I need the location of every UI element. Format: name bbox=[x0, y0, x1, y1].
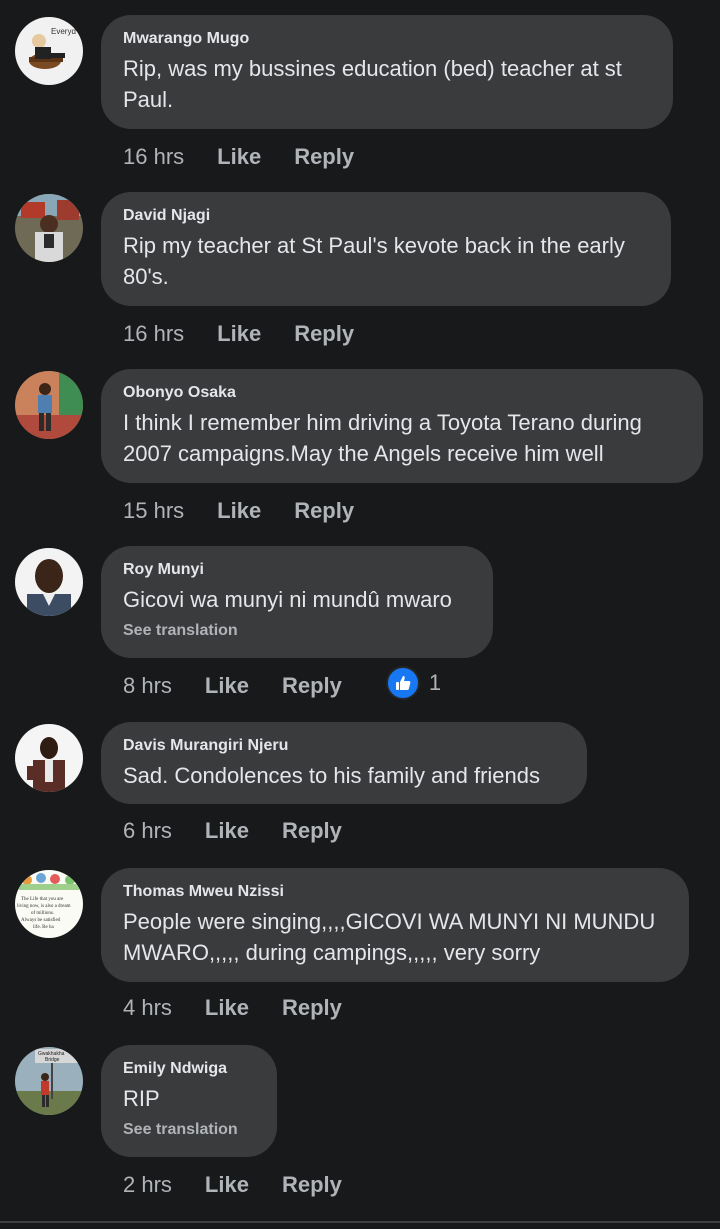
reply-button[interactable]: Reply bbox=[294, 321, 354, 347]
like-button[interactable]: Like bbox=[217, 498, 261, 524]
reply-button[interactable]: Reply bbox=[294, 144, 354, 170]
reaction-summary[interactable]: 1 bbox=[385, 666, 442, 700]
reply-button[interactable]: Reply bbox=[282, 818, 342, 844]
avatar-caption: Everyd bbox=[51, 27, 76, 36]
comment-time[interactable]: 15 hrs bbox=[123, 498, 184, 524]
like-button[interactable]: Like bbox=[205, 995, 249, 1021]
comment-bubble: Roy Munyi Gicovi wa munyi ni mundû mwaro… bbox=[101, 546, 493, 658]
comment-time[interactable]: 16 hrs bbox=[123, 321, 184, 347]
comment-text: RIP bbox=[123, 1086, 160, 1111]
comment-author[interactable]: Davis Murangiri Njeru bbox=[123, 736, 565, 756]
comment-actions: 4 hrs Like Reply bbox=[123, 993, 342, 1023]
comment-actions: 8 hrs Like Reply 1 bbox=[123, 666, 441, 701]
avatar[interactable]: Everyd bbox=[15, 17, 83, 85]
comment-author[interactable]: Roy Munyi bbox=[123, 560, 471, 580]
comment-author[interactable]: Obonyo Osaka bbox=[123, 383, 681, 403]
comment-text: Rip my teacher at St Paul's kevote back … bbox=[123, 233, 625, 289]
reaction-count: 1 bbox=[428, 670, 442, 695]
reply-button[interactable]: Reply bbox=[294, 498, 354, 524]
avatar-caption-line: living now, is also a dream bbox=[17, 904, 71, 909]
comment-bubble: David Njagi Rip my teacher at St Paul's … bbox=[101, 192, 671, 306]
like-button[interactable]: Like bbox=[205, 1172, 249, 1198]
avatar-image bbox=[15, 548, 83, 616]
comment-time[interactable]: 4 hrs bbox=[123, 995, 172, 1021]
comment-author[interactable]: David Njagi bbox=[123, 206, 649, 226]
comment-actions: 16 hrs Like Reply bbox=[123, 142, 354, 172]
comment-bubble: Davis Murangiri Njeru Sad. Condolences t… bbox=[101, 722, 587, 804]
avatar-image bbox=[15, 194, 83, 262]
avatar-image: Everyd bbox=[15, 17, 83, 85]
comment-actions: 2 hrs Like Reply bbox=[123, 1170, 342, 1200]
avatar-caption-line: of millions. bbox=[31, 911, 54, 916]
comment-author[interactable]: Mwarango Mugo bbox=[123, 29, 651, 49]
comment-actions: 15 hrs Like Reply bbox=[123, 496, 354, 526]
comment-text: I think I remember him driving a Toyota … bbox=[123, 410, 642, 466]
avatar-caption-line: The Life that you are bbox=[21, 897, 64, 902]
avatar-caption-line: Always be satisfied bbox=[21, 918, 61, 923]
comment-author[interactable]: Thomas Mweu Nzissi bbox=[123, 882, 667, 902]
comment-actions: 6 hrs Like Reply bbox=[123, 816, 342, 846]
comment-author[interactable]: Emily Ndwiga bbox=[123, 1059, 255, 1079]
comments-feed: Everyd Mwarango Mugo Rip, was my bussine… bbox=[0, 0, 720, 1229]
like-button[interactable]: Like bbox=[205, 818, 249, 844]
like-button[interactable]: Like bbox=[217, 321, 261, 347]
avatar[interactable]: Gwakhakha Bridge bbox=[15, 1047, 83, 1115]
comment-bubble: Emily Ndwiga RIP See translation bbox=[101, 1045, 277, 1157]
thumbs-up-icon bbox=[385, 666, 420, 700]
avatar[interactable] bbox=[15, 548, 83, 616]
reply-button[interactable]: Reply bbox=[282, 673, 342, 699]
avatar-image bbox=[15, 724, 83, 792]
comment-bubble: Obonyo Osaka I think I remember him driv… bbox=[101, 369, 703, 483]
avatar-caption-line: life. Be ha bbox=[33, 925, 54, 930]
comment-text: Rip, was my bussines education (bed) tea… bbox=[123, 56, 622, 112]
comment-time[interactable]: 16 hrs bbox=[123, 144, 184, 170]
see-translation-link[interactable]: See translation bbox=[123, 1120, 255, 1140]
avatar[interactable]: The Life that you are living now, is als… bbox=[15, 870, 83, 938]
avatar[interactable] bbox=[15, 724, 83, 792]
avatar-image: Gwakhakha Bridge bbox=[15, 1047, 83, 1115]
avatar-image: The Life that you are living now, is als… bbox=[15, 870, 83, 938]
comment-text: Gicovi wa munyi ni mundû mwaro bbox=[123, 587, 452, 612]
like-button[interactable]: Like bbox=[205, 673, 249, 699]
reply-button[interactable]: Reply bbox=[282, 995, 342, 1021]
comment-bubble: Thomas Mweu Nzissi People were singing,,… bbox=[101, 868, 689, 982]
comment-time[interactable]: 2 hrs bbox=[123, 1172, 172, 1198]
like-button[interactable]: Like bbox=[217, 144, 261, 170]
reply-button[interactable]: Reply bbox=[282, 1172, 342, 1198]
divider bbox=[0, 1221, 720, 1223]
comment-text: Sad. Condolences to his family and frien… bbox=[123, 763, 541, 788]
see-translation-link[interactable]: See translation bbox=[123, 621, 471, 641]
avatar-caption-line: Bridge bbox=[45, 1057, 60, 1063]
avatar[interactable] bbox=[15, 194, 83, 262]
comment-time[interactable]: 8 hrs bbox=[123, 673, 172, 699]
avatar[interactable] bbox=[15, 371, 83, 439]
comment-bubble: Mwarango Mugo Rip, was my bussines educa… bbox=[101, 15, 673, 129]
comment-actions: 16 hrs Like Reply bbox=[123, 319, 354, 349]
avatar-image bbox=[15, 371, 83, 439]
comment-time[interactable]: 6 hrs bbox=[123, 818, 172, 844]
comment-text: People were singing,,,,GICOVI WA MUNYI N… bbox=[123, 909, 656, 965]
